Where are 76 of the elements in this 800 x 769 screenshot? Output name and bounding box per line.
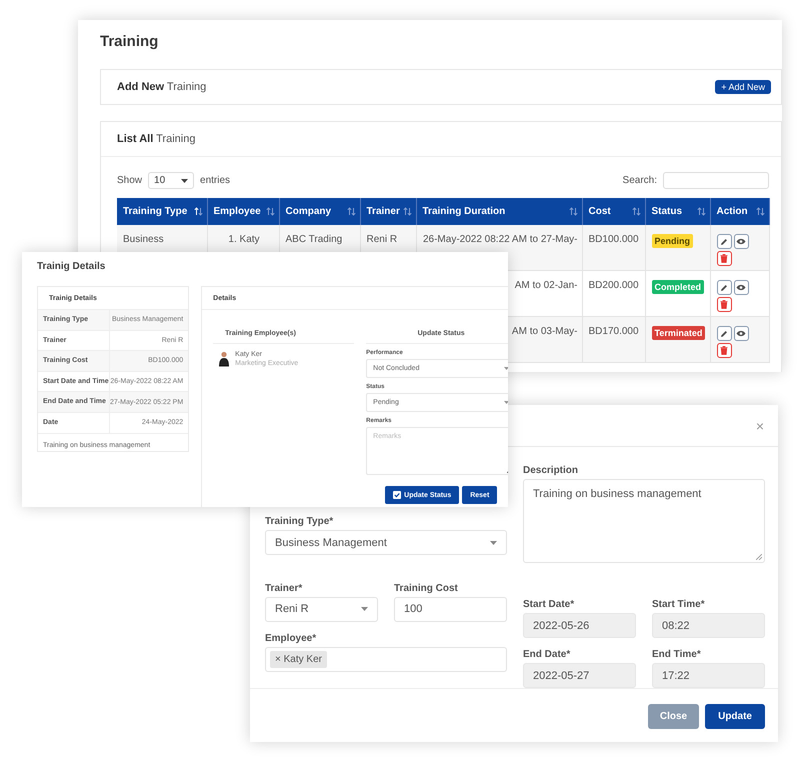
delete-button[interactable] <box>716 297 732 312</box>
column-header[interactable]: Training Type <box>117 198 207 225</box>
edit-button[interactable] <box>716 326 732 341</box>
trainer-select[interactable]: Reni R <box>265 596 378 622</box>
column-header[interactable]: Status <box>645 198 710 225</box>
table-cell: BD200.000 <box>588 280 639 291</box>
table-cell: AM to 03-May- <box>512 326 578 337</box>
table-cell: BD100.000 <box>588 234 639 245</box>
view-button[interactable] <box>734 234 748 249</box>
table-cell: 26-May-2022 08:22 AM to 27-May- <box>422 234 578 245</box>
checkbox-icon <box>393 491 402 499</box>
edit-button[interactable] <box>716 280 732 295</box>
delete-button[interactable] <box>716 251 732 266</box>
start-date-field[interactable]: 2022-05-26 <box>523 613 636 638</box>
pencil-icon <box>720 238 728 246</box>
field-label: Description <box>523 465 580 476</box>
field-label: Training Cost <box>394 582 459 594</box>
field-label: End Date* <box>523 649 572 660</box>
caret-icon <box>181 178 188 182</box>
pencil-icon <box>720 330 728 338</box>
training-cost-field[interactable]: 100 <box>394 596 507 622</box>
description-field[interactable]: Training on business management <box>523 479 765 563</box>
card-title: Add New Training <box>117 81 206 93</box>
employee-tag[interactable]: × Katy Ker <box>270 650 327 668</box>
table-cell: ABC Trading <box>286 234 342 245</box>
show-label: Show <box>117 175 142 186</box>
column-header[interactable]: Trainer <box>360 198 416 225</box>
trash-icon <box>720 254 728 263</box>
trash-icon <box>720 300 728 309</box>
field-label: Start Date* <box>523 599 576 610</box>
caret-icon <box>490 540 497 544</box>
view-button[interactable] <box>734 326 748 341</box>
search-label: Search: <box>622 175 657 186</box>
status-badge: Pending <box>652 234 693 248</box>
column-header[interactable]: Employee <box>207 198 279 225</box>
add-new-button[interactable]: + Add New <box>715 80 771 94</box>
training-type-select[interactable]: Business Management <box>265 530 507 555</box>
end-time-field[interactable]: 17:22 <box>652 663 765 688</box>
field-label: Trainer* <box>265 582 304 594</box>
column-header[interactable]: Cost <box>582 198 645 225</box>
page-title: Training <box>100 33 160 52</box>
table-cell: 1. Katy <box>228 234 260 245</box>
person-avatar-icon <box>219 351 230 367</box>
page-size-select[interactable]: 10 <box>148 172 194 189</box>
resize-grip-icon <box>756 554 762 560</box>
field-label: End Time* <box>652 649 702 660</box>
status-badge: Terminated <box>652 326 706 340</box>
column-header[interactable]: Action <box>710 198 769 225</box>
column-header[interactable]: Company <box>279 198 360 225</box>
start-time-field[interactable]: 08:22 <box>652 613 765 638</box>
modal-button[interactable]: Update <box>705 704 765 729</box>
field-label: Employee* <box>265 632 318 644</box>
pencil-icon <box>720 284 728 292</box>
caret-icon <box>504 367 508 370</box>
search-field[interactable] <box>663 172 769 189</box>
column-header[interactable]: Training Duration <box>416 198 582 225</box>
edit-button[interactable] <box>716 234 732 249</box>
table-cell: BD170.000 <box>588 326 639 337</box>
table-cell: Reni R <box>366 234 398 245</box>
field-label: Training Type* <box>265 516 334 527</box>
end-date-field[interactable]: 2022-05-27 <box>523 663 636 688</box>
eye-icon <box>736 330 746 337</box>
employee-field[interactable]: × Katy Ker <box>265 646 507 672</box>
status-badge: Completed <box>652 280 704 294</box>
table-cell: Business <box>123 234 164 245</box>
field-label: Start Time* <box>652 599 706 610</box>
eye-icon <box>736 284 746 291</box>
eye-icon <box>736 238 746 245</box>
view-button[interactable] <box>734 280 748 295</box>
entries-label: entries <box>200 175 230 186</box>
window-title: Trainig Details <box>37 261 106 272</box>
delete-button[interactable] <box>716 343 732 358</box>
trash-icon <box>720 346 728 355</box>
table-cell: AM to 02-Jan- <box>514 280 578 291</box>
card-title: List All Training <box>117 133 196 145</box>
caret-icon <box>361 607 368 611</box>
